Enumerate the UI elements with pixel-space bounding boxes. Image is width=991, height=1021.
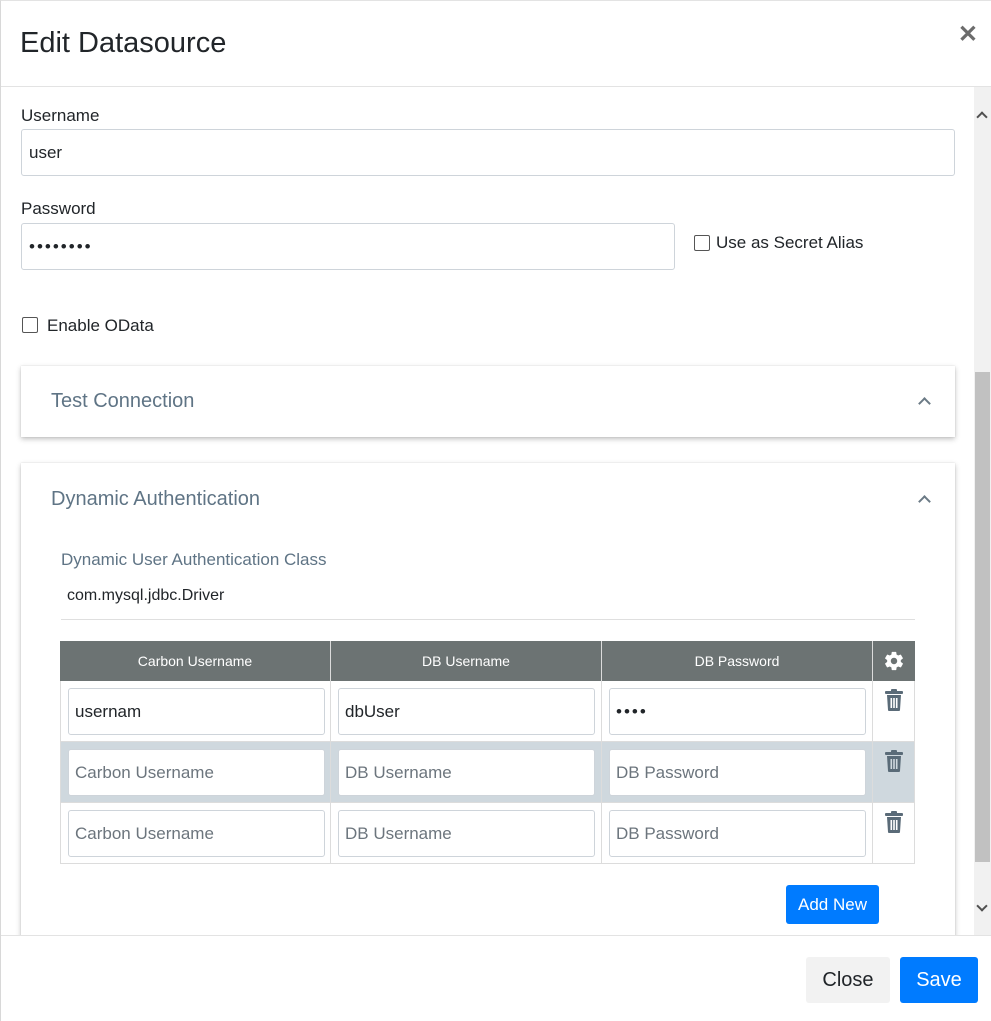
close-icon[interactable]: ✕ [958,23,978,47]
table-row [60,803,915,864]
scroll-thumb[interactable] [975,372,990,862]
modal-header: Edit Datasource ✕ [1,1,991,87]
table-row [60,681,915,742]
carbon-username-input[interactable] [68,810,325,857]
db-username-input[interactable] [338,749,595,796]
secret-alias-checkbox[interactable] [694,235,710,251]
test-connection-panel[interactable]: Test Connection [21,366,955,437]
divider [61,619,915,620]
modal-title: Edit Datasource [20,27,227,59]
trash-icon[interactable] [885,811,903,833]
auth-class-value: com.mysql.jdbc.Driver [67,587,225,604]
db-password-input[interactable] [609,688,866,735]
carbon-username-input[interactable] [68,749,325,796]
test-connection-title: Test Connection [51,390,195,412]
add-new-button[interactable]: Add New [786,885,879,924]
edit-datasource-modal: Edit Datasource ✕ Username Password Use … [0,0,991,1021]
trash-icon[interactable] [885,689,903,711]
trash-icon[interactable] [885,750,903,772]
scroll-down-icon[interactable] [976,900,988,912]
settings-header[interactable] [873,641,915,681]
password-input[interactable] [21,223,675,270]
auth-class-label: Dynamic User Authentication Class [61,550,327,569]
modal-body: Username Password Use as Secret Alias En… [1,87,991,935]
enable-odata-label: Enable OData [47,316,154,335]
gear-icon[interactable] [883,650,905,672]
dynamic-auth-panel: Dynamic Authentication Dynamic User Auth… [21,463,955,935]
column-header: DB Username [331,641,602,681]
db-username-input[interactable] [338,688,595,735]
dynamic-auth-title: Dynamic Authentication [51,488,261,510]
db-password-input[interactable] [609,810,866,857]
table-row [60,742,915,803]
db-password-input[interactable] [609,749,866,796]
db-username-input[interactable] [338,810,595,857]
auth-mapping-table: Carbon Username DB Username DB Password [60,641,915,865]
modal-footer: Close Save [1,935,991,1021]
username-label: Username [21,106,100,125]
column-header: DB Password [602,641,873,681]
carbon-username-input[interactable] [68,688,325,735]
scroll-up-icon[interactable] [976,111,988,123]
enable-odata-checkbox[interactable] [22,317,38,333]
chevron-up-icon[interactable] [918,397,931,410]
close-button[interactable]: Close [806,957,890,1003]
chevron-up-icon[interactable] [918,495,931,508]
password-label: Password [21,199,96,218]
scrollbar[interactable] [974,87,991,935]
save-button[interactable]: Save [900,957,978,1003]
username-input[interactable] [21,129,955,176]
column-header: Carbon Username [60,641,331,681]
secret-alias-label: Use as Secret Alias [716,233,864,252]
